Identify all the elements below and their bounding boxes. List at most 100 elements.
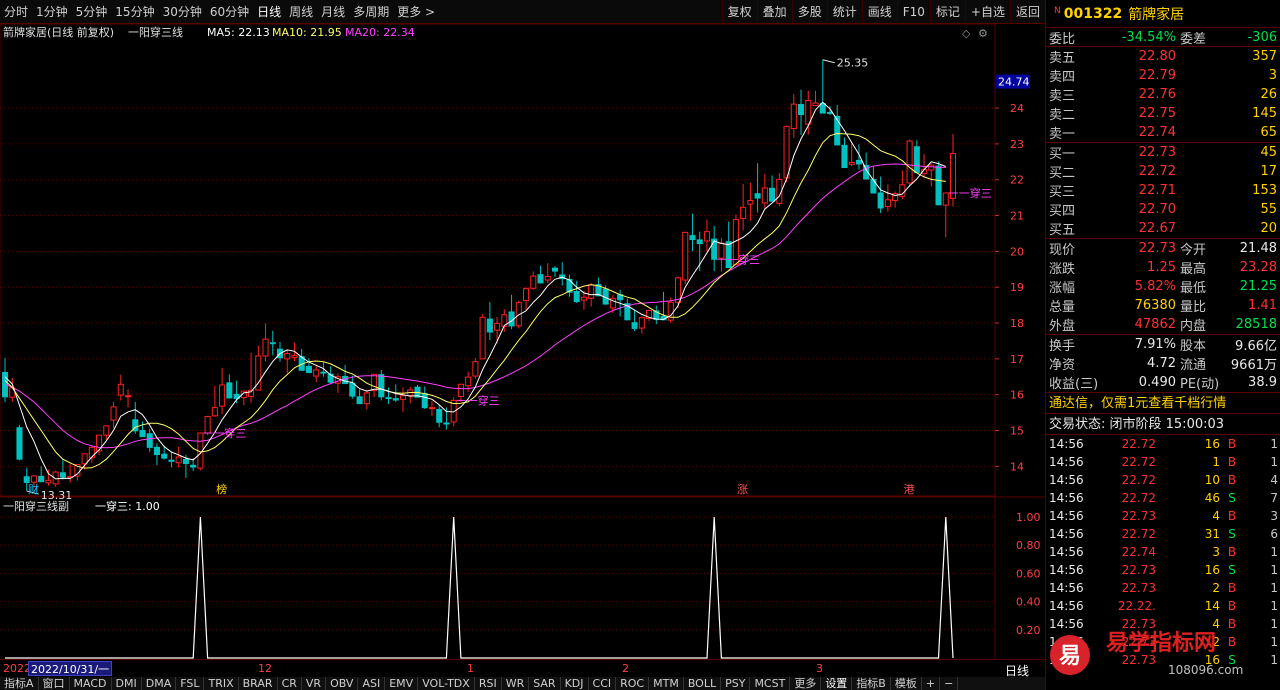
diamond-icon[interactable]: ◇ [962, 27, 971, 40]
period-tab-4[interactable]: 30分钟 [159, 3, 206, 20]
candle-body [153, 446, 161, 456]
candle-body [711, 238, 718, 260]
tick-count: 7 [1270, 491, 1278, 505]
candle-body [175, 456, 182, 464]
indicator-tab-23[interactable]: MCST [750, 677, 791, 690]
indicator-tab-24[interactable]: 更多 [790, 677, 822, 690]
y-tick-label: 14 [1010, 460, 1024, 473]
tick-count: 3 [1270, 509, 1278, 523]
stat-value: 76380 [1134, 298, 1176, 313]
period-tab-8[interactable]: 月线 [317, 3, 349, 20]
candle-body [884, 199, 891, 208]
indicator-tab-28[interactable]: + [922, 677, 941, 690]
indicator-tab-16[interactable]: SAR [529, 677, 561, 690]
high-mark [822, 59, 835, 64]
indicator-tab-19[interactable]: ROC [616, 677, 650, 690]
event-flag[interactable]: 港 [904, 483, 915, 496]
period-tab-7[interactable]: 周线 [285, 3, 317, 20]
period-tab-10[interactable]: 更多 > [393, 3, 439, 20]
candle-body [103, 425, 110, 436]
tick-time: 14:56 [1049, 473, 1084, 487]
indicator-tab-12[interactable]: EMV [385, 677, 419, 690]
toolbar-button-6[interactable]: 标记 [929, 0, 965, 24]
toolbar-button-7[interactable]: +自选 [964, 0, 1010, 24]
indicator-tab-18[interactable]: CCI [589, 677, 617, 690]
candle-body [638, 317, 645, 329]
promo-banner[interactable]: 通达信，仅需1元查看千档行情 [1046, 393, 1280, 414]
candle-body [23, 476, 30, 483]
indicator-tab-9[interactable]: VR [302, 677, 327, 690]
indicator-tab-10[interactable]: OBV [326, 677, 359, 690]
indicator-tab-29[interactable]: − [940, 677, 959, 690]
tick-price: 22.73 [1121, 581, 1156, 595]
period-tab-5[interactable]: 60分钟 [206, 3, 253, 20]
sub-tick-label: 0.60 [1016, 567, 1041, 580]
tick-time: 14:56 [1049, 455, 1084, 469]
tick-price: 22.72 [1121, 455, 1156, 469]
candle-body [356, 396, 363, 405]
indicator-tab-6[interactable]: TRIX [204, 677, 239, 690]
tick-count: 1 [1270, 437, 1278, 451]
indicator-tab-25[interactable]: 设置 [821, 677, 853, 690]
indicator-tab-15[interactable]: WR [502, 677, 530, 690]
book-price: 22.76 [1138, 87, 1176, 102]
candle-body [291, 355, 298, 358]
stat-row: 现价 22.73 今开 21.48 [1046, 239, 1280, 258]
gear-icon[interactable]: ⚙ [978, 27, 988, 40]
event-flag[interactable]: 财 [28, 482, 39, 496]
indicator-tab-17[interactable]: KDJ [561, 677, 589, 690]
indicator-tab-22[interactable]: PSY [721, 677, 751, 690]
event-flag[interactable]: 涨 [737, 483, 748, 496]
event-flag[interactable]: 榜 [216, 482, 227, 496]
toolbar-button-3[interactable]: 统计 [826, 0, 862, 24]
period-tab-3[interactable]: 15分钟 [111, 3, 158, 20]
ma10-line [4, 132, 946, 469]
tick-price: 22.73 [1121, 563, 1156, 577]
buys-row: 买五 22.67 20 [1046, 219, 1280, 238]
candle-body [349, 382, 356, 397]
book-level-label: 卖一 [1049, 127, 1076, 142]
period-tab-1[interactable]: 1分钟 [32, 3, 72, 20]
indicator-tab-3[interactable]: DMI [112, 677, 142, 690]
toolbar-button-0[interactable]: 复权 [721, 0, 757, 24]
y-tick-label: 22 [1010, 174, 1024, 187]
watermark-logo-text: 易 [1059, 644, 1081, 669]
quote-panel: N 001322 箭牌家居 委比 -34.54% 委差 -306 卖五 22.80… [1045, 0, 1280, 690]
period-tab-6[interactable]: 日线 [253, 3, 285, 20]
indicator-tab-13[interactable]: VOL-TDX [418, 677, 475, 690]
buy-book: 买一 22.73 45 买二 22.72 17 买三 22.71 153 买四 22.70 55 买五 2… [1046, 143, 1280, 239]
signal-label: 一穿三 [213, 426, 246, 440]
toolbar-button-4[interactable]: 画线 [861, 0, 897, 24]
indicator-tab-21[interactable]: BOLL [684, 677, 722, 690]
toolbar-button-8[interactable]: 返回 [1009, 0, 1045, 24]
formula-name[interactable]: 一阳穿三线 [128, 25, 183, 39]
indicator-tab-14[interactable]: RSI [475, 677, 502, 690]
indicator-tab-20[interactable]: MTM [649, 677, 684, 690]
fund-label-2: PE(动) [1180, 377, 1220, 392]
indicator-tab-0[interactable]: 指标A [0, 677, 39, 690]
tick-side: S [1228, 527, 1236, 541]
indicator-tab-4[interactable]: DMA [142, 677, 177, 690]
indicator-tab-7[interactable]: BRAR [239, 677, 278, 690]
indicator-tab-5[interactable]: FSL [176, 677, 205, 690]
candle-body [848, 162, 855, 165]
candle-body [855, 159, 862, 165]
indicator-tab-27[interactable]: 模板 [891, 677, 922, 690]
toolbar-button-5[interactable]: F10 [896, 0, 930, 24]
period-tab-2[interactable]: 5分钟 [72, 3, 112, 20]
candle-body [262, 338, 269, 357]
period-tab-0[interactable]: 分时 [0, 3, 32, 20]
tick-count: 1 [1270, 455, 1278, 469]
indicator-tab-8[interactable]: CR [278, 677, 302, 690]
indicator-tab-1[interactable]: 窗口 [39, 677, 70, 690]
indicator-tab-26[interactable]: 指标B [852, 677, 891, 690]
tick-volume: 1 [1212, 455, 1220, 469]
candle-body [96, 434, 103, 452]
indicator-tab-2[interactable]: MACD [70, 677, 112, 690]
tick-price: 22.72 [1121, 491, 1156, 505]
toolbar-button-1[interactable]: 叠加 [756, 0, 792, 24]
indicator-tab-11[interactable]: ASI [358, 677, 386, 690]
stat-value: 5.82% [1134, 279, 1176, 294]
period-tab-9[interactable]: 多周期 [349, 3, 393, 20]
toolbar-button-2[interactable]: 多股 [791, 0, 827, 24]
